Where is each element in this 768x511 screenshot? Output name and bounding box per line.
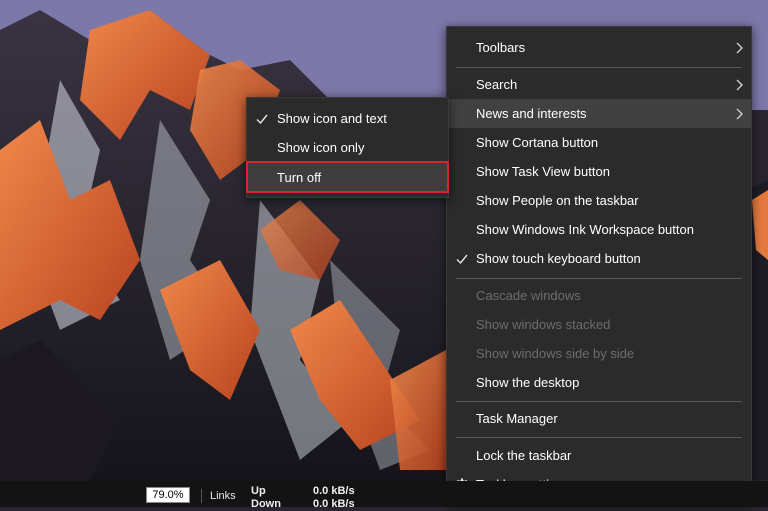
menu-item-label: Search [476, 77, 518, 92]
menu-item-search[interactable]: Search [447, 70, 751, 99]
menu-item-label: Show windows stacked [476, 317, 611, 332]
submenu-item-label: Show icon only [277, 140, 365, 155]
network-labels: Up Down [251, 485, 281, 511]
net-up-label: Up [251, 485, 266, 497]
menu-item-show-people[interactable]: Show People on the taskbar [447, 186, 751, 215]
chevron-right-icon [736, 79, 743, 90]
taskbar-context-menu: Toolbars Search News and interests Show … [446, 26, 752, 504]
toolbar-divider [201, 489, 202, 503]
menu-item-task-manager[interactable]: Task Manager [447, 404, 751, 433]
submenu-item-show-icon-and-text[interactable]: Show icon and text [247, 104, 448, 133]
submenu-item-label: Turn off [277, 169, 322, 185]
menu-item-show-touch-keyboard[interactable]: Show touch keyboard button [447, 244, 751, 273]
net-down-value: 0.0 kB/s [313, 498, 355, 510]
menu-item-news-and-interests[interactable]: News and interests [447, 99, 751, 128]
menu-item-label: Show touch keyboard button [476, 251, 641, 266]
menu-item-show-windows-stacked: Show windows stacked [447, 310, 751, 339]
chevron-right-icon [736, 108, 743, 119]
menu-item-label: News and interests [476, 106, 587, 121]
net-down-label: Down [251, 498, 281, 510]
progress-indicator: 79.0% [146, 487, 190, 503]
menu-item-cascade-windows: Cascade windows [447, 281, 751, 310]
menu-separator [456, 401, 742, 402]
submenu-item-show-icon-only[interactable]: Show icon only [247, 133, 448, 162]
menu-item-lock-the-taskbar[interactable]: Lock the taskbar [447, 441, 751, 470]
menu-item-label: Toolbars [476, 40, 526, 55]
news-and-interests-submenu: Show icon and text Show icon only Turn o… [246, 97, 449, 198]
menu-item-show-cortana-button[interactable]: Show Cortana button [447, 128, 751, 157]
menu-item-show-task-view-button[interactable]: Show Task View button [447, 157, 751, 186]
network-values: 0.0 kB/s 0.0 kB/s [313, 485, 355, 511]
menu-item-label: Show Task View button [476, 164, 610, 179]
menu-item-label: Task Manager [476, 411, 558, 426]
checkmark-icon [256, 114, 268, 124]
menu-item-label: Cascade windows [476, 288, 581, 303]
menu-separator [456, 67, 742, 68]
menu-separator [456, 437, 742, 438]
links-toolbar[interactable]: Links [210, 490, 236, 502]
submenu-item-turn-off[interactable]: Turn off [246, 161, 449, 193]
submenu-item-label: Show icon and text [277, 111, 387, 126]
taskbar: 79.0% Links Up Down 0.0 kB/s 0.0 kB/s [0, 481, 768, 510]
menu-item-label: Show windows side by side [476, 346, 635, 361]
menu-item-label: Show Cortana button [476, 135, 599, 150]
menu-item-label: Show People on the taskbar [476, 193, 639, 208]
menu-item-show-the-desktop[interactable]: Show the desktop [447, 368, 751, 397]
checkmark-icon [456, 254, 468, 264]
net-up-value: 0.0 kB/s [313, 485, 355, 497]
menu-separator [456, 278, 742, 279]
menu-item-show-windows-side-by-side: Show windows side by side [447, 339, 751, 368]
chevron-right-icon [736, 42, 743, 53]
menu-item-label: Show Windows Ink Workspace button [476, 222, 694, 237]
menu-item-label: Lock the taskbar [476, 448, 572, 463]
menu-item-toolbars[interactable]: Toolbars [447, 33, 751, 62]
menu-item-label: Show the desktop [476, 375, 580, 390]
menu-item-show-ink-workspace[interactable]: Show Windows Ink Workspace button [447, 215, 751, 244]
